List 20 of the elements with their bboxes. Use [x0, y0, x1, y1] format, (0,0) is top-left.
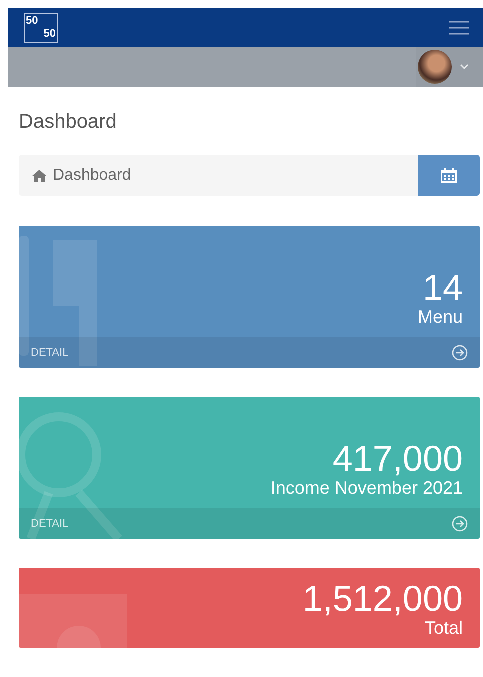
- logo-text: 50: [44, 28, 56, 40]
- stat-label: Menu: [418, 307, 463, 329]
- detail-link[interactable]: DETAIL: [19, 337, 480, 368]
- arrow-circle-right-icon: [452, 516, 468, 532]
- detail-link[interactable]: DETAIL: [19, 508, 480, 539]
- avatar[interactable]: [418, 50, 452, 84]
- menu-icon[interactable]: [449, 20, 469, 36]
- page-title: Dashboard: [19, 111, 118, 134]
- stat-label: Total: [424, 618, 463, 640]
- stat-value: 1,512,000: [302, 578, 463, 618]
- stat-value: 14: [422, 268, 463, 308]
- stat-value: 417,000: [332, 438, 463, 478]
- logo-text: 50: [26, 16, 38, 27]
- breadcrumb-link[interactable]: Dashboard: [53, 166, 132, 184]
- calendar-button[interactable]: [418, 155, 480, 196]
- chevron-down-icon[interactable]: [460, 64, 469, 70]
- calendar-icon: [441, 168, 457, 183]
- home-icon: [32, 170, 47, 182]
- arrow-circle-right-icon: [452, 344, 468, 360]
- stat-label: Income November 2021: [270, 478, 463, 500]
